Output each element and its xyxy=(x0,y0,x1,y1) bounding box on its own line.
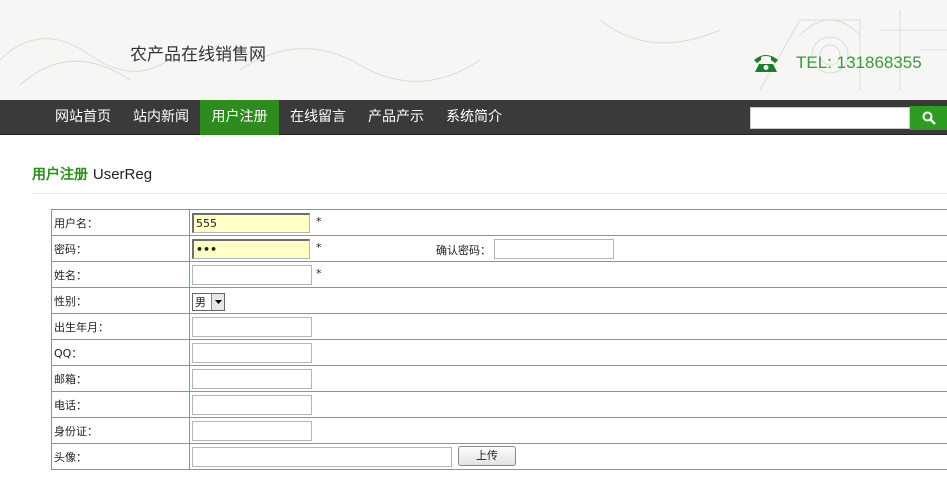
tel-text: TEL: 131868355 xyxy=(796,53,922,72)
nav-item-register[interactable]: 用户注册 xyxy=(200,100,279,135)
search-input[interactable] xyxy=(750,107,910,129)
birth-input[interactable] xyxy=(192,317,312,337)
password-label: 密码： xyxy=(51,235,190,262)
nav-item-products[interactable]: 产品产示 xyxy=(357,100,435,135)
site-title: 农产品在线销售网 xyxy=(130,45,266,65)
form-row-phone: 电话： xyxy=(51,391,947,418)
form-row-avatar: 头像： 上传 xyxy=(51,443,947,470)
username-label: 用户名： xyxy=(51,209,190,236)
search-button[interactable] xyxy=(910,106,947,130)
nav-item-news[interactable]: 站内新闻 xyxy=(122,100,200,135)
nav-item-message[interactable]: 在线留言 xyxy=(279,100,357,135)
required-mark: * xyxy=(316,241,322,254)
avatar-label: 头像： xyxy=(51,443,190,470)
name-label: 姓名： xyxy=(51,261,190,288)
name-input[interactable] xyxy=(192,265,312,285)
phone-icon xyxy=(754,55,778,72)
phone-label: 电话： xyxy=(51,391,190,418)
id-card-input[interactable] xyxy=(192,421,312,441)
qq-label: QQ： xyxy=(51,339,190,366)
form-row-id: 身份证： xyxy=(51,417,947,444)
registration-form: 用户名： * 密码： ••• * 确认密码： 姓名： * 性别： 男 xyxy=(51,209,947,470)
gender-label: 性别： xyxy=(51,287,190,314)
gender-value: 男 xyxy=(195,296,206,309)
tel-contact: TEL: 131868355 xyxy=(752,50,922,76)
site-header: 农产品在线销售网 TEL: 131868355 xyxy=(0,0,947,100)
page-title: 用户注册 UserReg xyxy=(32,164,152,184)
form-row-username: 用户名： * xyxy=(51,209,947,236)
confirm-password-label: 确认密码： xyxy=(436,244,491,257)
avatar-path-input[interactable] xyxy=(192,447,452,467)
required-mark: * xyxy=(316,215,322,228)
page-title-cn: 用户注册 xyxy=(32,167,88,183)
form-row-gender: 性别： 男 xyxy=(51,287,947,314)
form-row-password: 密码： ••• * 确认密码： xyxy=(51,235,947,262)
upload-button[interactable]: 上传 xyxy=(458,446,516,466)
form-row-name: 姓名： * xyxy=(51,261,947,288)
email-input[interactable] xyxy=(192,369,312,389)
form-row-qq: QQ： xyxy=(51,339,947,366)
birth-label: 出生年月： xyxy=(51,313,190,340)
required-mark: * xyxy=(316,267,322,280)
username-input[interactable] xyxy=(192,213,310,233)
form-row-birth: 出生年月： xyxy=(51,313,947,340)
chevron-down-icon xyxy=(211,294,224,310)
gender-select[interactable]: 男 xyxy=(192,293,225,311)
form-row-email: 邮箱： xyxy=(51,365,947,392)
password-input[interactable]: ••• xyxy=(192,239,310,259)
confirm-password-input[interactable] xyxy=(494,239,614,259)
qq-input[interactable] xyxy=(192,343,312,363)
email-label: 邮箱： xyxy=(51,365,190,392)
phone-input[interactable] xyxy=(192,395,312,415)
search-icon xyxy=(922,111,936,125)
page-title-en: UserReg xyxy=(92,166,153,183)
nav-item-about[interactable]: 系统简介 xyxy=(435,100,513,135)
id-card-label: 身份证： xyxy=(51,417,190,444)
nav-item-home[interactable]: 网站首页 xyxy=(44,100,122,135)
main-nav: 网站首页 站内新闻 用户注册 在线留言 产品产示 系统简介 xyxy=(0,100,947,135)
heading-divider xyxy=(32,193,947,194)
